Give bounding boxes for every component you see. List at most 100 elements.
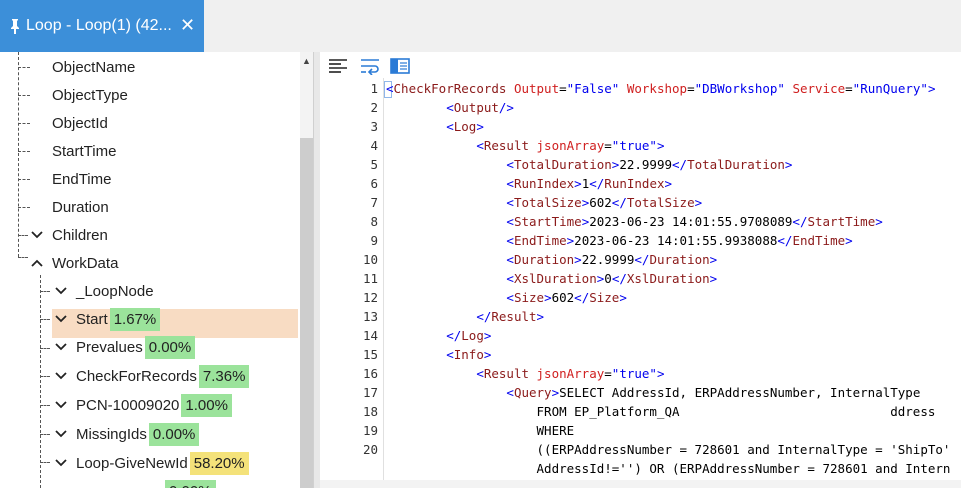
line-number: 6	[370, 176, 378, 191]
tree-item-label: WorkData	[52, 254, 119, 272]
close-icon[interactable]: ✕	[180, 16, 195, 34]
tree-item-starttime[interactable]: StartTime	[52, 138, 116, 164]
panel-splitter[interactable]	[313, 52, 320, 488]
line-number: 19	[362, 423, 378, 438]
tree-item-label: MissingIds	[76, 425, 147, 443]
chevron-down-icon[interactable]	[54, 369, 68, 383]
code-line: <TotalDuration>22.9999</TotalDuration>	[506, 157, 793, 172]
line-number: 16	[362, 366, 378, 381]
tree-item-partial[interactable]: 0.00%	[163, 478, 216, 488]
tree-guide	[40, 291, 50, 292]
tree-item-duration[interactable]: Duration	[52, 194, 109, 220]
code-horizontal-scrollbar[interactable]	[320, 480, 961, 488]
line-number: 12	[362, 290, 378, 305]
tree-item-label: Start	[76, 310, 108, 328]
chevron-down-icon[interactable]	[30, 228, 44, 242]
tree-item-start[interactable]: Start 1.67%	[54, 306, 161, 332]
tree-guide	[40, 434, 50, 435]
tree-item-label: ObjectName	[52, 58, 136, 76]
line-number: 11	[362, 271, 378, 286]
tree-item-loop-givenewid[interactable]: Loop-GiveNewId 58.20%	[54, 450, 249, 476]
code-editor[interactable]: 1 2 3 4 5 6 7 8 9 10 11 12 13 14 15 16 17 18 19 20 <CheckFo…	[320, 78, 961, 488]
code-line: <TotalSize>602</TotalSize>	[506, 195, 703, 210]
line-number: 14	[362, 328, 378, 343]
code-line: <Duration>22.9999</Duration>	[506, 252, 718, 267]
code-line: <Output/>	[446, 100, 514, 115]
tree-item-objecttype[interactable]: ObjectType	[52, 82, 128, 108]
tree-guide	[18, 95, 30, 96]
code-line: <Result jsonArray="true">	[476, 366, 665, 381]
tree-item-label: Prevalues	[76, 338, 143, 356]
line-number: 10	[362, 252, 378, 267]
tab-title: Loop - Loop(1) (42...	[26, 17, 172, 34]
code-line: </Result>	[476, 309, 545, 324]
pin-icon[interactable]	[8, 18, 22, 34]
line-number: 20	[362, 442, 378, 457]
tree-item-label: CheckForRecords	[76, 367, 197, 385]
percent-badge: 58.20%	[189, 451, 249, 475]
panel-layout-icon[interactable]	[390, 57, 410, 75]
line-number-gutter: 1 2 3 4 5 6 7 8 9 10 11 12 13 14 15 16 17 18 19 20	[320, 78, 380, 488]
code-toolbar	[320, 52, 961, 78]
tree-item-objectname[interactable]: ObjectName	[52, 54, 135, 80]
code-line: <RunIndex>1</RunIndex>	[506, 176, 673, 191]
chevron-up-icon[interactable]	[30, 256, 44, 270]
line-number: 7	[370, 195, 378, 210]
code-line: AddressId!='') OR (ERPAddressNumber = 72…	[386, 461, 951, 476]
chevron-down-icon[interactable]	[54, 456, 68, 470]
format-align-icon[interactable]	[328, 57, 348, 75]
code-line: <Result jsonArray="true">	[476, 138, 665, 153]
tree-item-label: EndTime	[52, 170, 112, 188]
tree-item-label: Children	[52, 226, 108, 244]
code-line: </Log>	[446, 328, 492, 343]
percent-badge: 1.00%	[181, 393, 232, 417]
line-number: 17	[362, 385, 378, 400]
tree-item-endtime[interactable]: EndTime	[52, 166, 111, 192]
tree-item-label: Loop-GiveNewId	[76, 454, 188, 472]
tree-item-checkforrecords[interactable]: CheckForRecords 7.36%	[54, 363, 250, 389]
tree-item-label: ObjectType	[52, 86, 128, 104]
word-wrap-icon[interactable]	[360, 57, 380, 76]
code-line: <Size>602</Size>	[506, 290, 627, 305]
line-number: 8	[370, 214, 378, 229]
tree-item-pcn-10009020[interactable]: PCN-10009020 1.00%	[54, 392, 232, 418]
chevron-down-icon[interactable]	[54, 284, 68, 298]
tab-strip: Loop - Loop(1) (42... ✕	[0, 0, 961, 52]
tree-item-label: Duration	[52, 198, 109, 216]
chevron-down-icon[interactable]	[54, 340, 68, 354]
chevron-down-icon[interactable]	[54, 398, 68, 412]
code-line: WHERE	[386, 423, 575, 438]
line-number: 2	[370, 100, 378, 115]
line-number: 4	[370, 138, 378, 153]
percent-badge: 0.00%	[165, 479, 216, 488]
scroll-up-icon[interactable]: ▲	[302, 56, 311, 66]
tree-item-missingids[interactable]: MissingIds 0.00%	[54, 421, 200, 447]
tree-item-label: StartTime	[52, 142, 117, 160]
percent-badge: 0.00%	[148, 422, 200, 446]
tree-guide	[18, 207, 30, 208]
tab-loop[interactable]: Loop - Loop(1) (42... ✕	[0, 0, 204, 52]
line-number: 15	[362, 347, 378, 362]
line-number: 13	[362, 309, 378, 324]
code-line: <Query>SELECT AddressId, ERPAddressNumbe…	[506, 385, 921, 400]
chevron-down-icon[interactable]	[54, 312, 68, 326]
tree-guide	[18, 123, 30, 124]
tree-guide	[40, 462, 50, 463]
tree-guide	[40, 275, 41, 488]
tree-scrollbar-thumb[interactable]	[300, 138, 313, 488]
tree-scrollbar[interactable]: ▲	[300, 52, 313, 488]
tree-item-objectid[interactable]: ObjectId	[52, 110, 108, 136]
tree-guide	[18, 151, 30, 152]
percent-badge: 0.00%	[144, 335, 196, 359]
tree-item-prevalues[interactable]: Prevalues 0.00%	[54, 334, 196, 360]
tree-item-loopnode[interactable]: _LoopNode	[54, 278, 154, 304]
line-number: 18	[362, 404, 378, 419]
tree-guide	[18, 235, 28, 236]
tree-guide	[40, 319, 50, 320]
chevron-down-icon[interactable]	[54, 427, 68, 441]
line-number: 3	[370, 119, 378, 134]
tree-item-workdata[interactable]: WorkData	[30, 250, 118, 276]
tree-guide	[40, 376, 50, 377]
tree-item-children[interactable]: Children	[30, 222, 108, 248]
tree-guide	[40, 405, 50, 406]
